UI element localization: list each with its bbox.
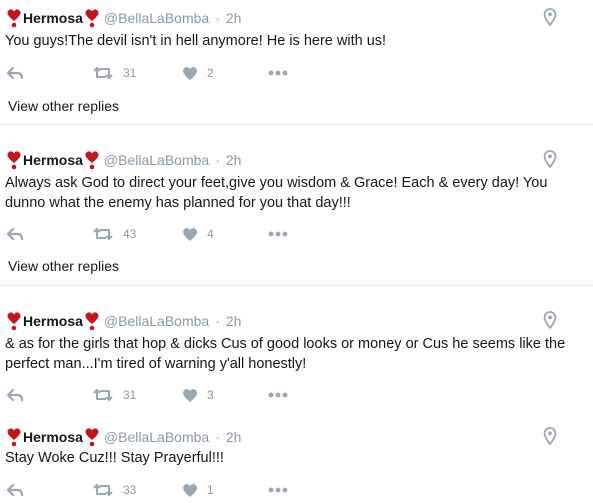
timestamp[interactable]: 2h: [226, 10, 242, 26]
location-pin-icon[interactable]: [543, 311, 557, 330]
retweet-count: 31: [123, 66, 137, 80]
red-heart-exclamation-icon: [84, 311, 100, 331]
retweet-count: 43: [123, 227, 137, 241]
author-handle[interactable]: @BellaLaBomba: [104, 429, 209, 445]
tweet-text: & as for the girls that hop & dicks Cus …: [5, 336, 566, 372]
location-pin-icon[interactable]: [543, 427, 557, 446]
like-button[interactable]: 2: [182, 63, 214, 83]
separator-dot: ·: [215, 313, 220, 329]
retweet-icon: [92, 66, 114, 80]
tweet-text: Stay Woke Cuz!!! Stay Prayerful!!!: [5, 450, 224, 466]
tweet-actions: 33 1: [0, 480, 593, 500]
thread-divider: [0, 124, 593, 125]
timestamp[interactable]: 2h: [226, 313, 242, 329]
tweet-actions: 43 4: [0, 224, 593, 244]
reply-icon: [6, 483, 24, 497]
author-handle[interactable]: @BellaLaBomba: [104, 152, 209, 168]
red-heart-exclamation-icon: [84, 427, 100, 447]
more-dots-icon: [268, 70, 288, 76]
author-handle[interactable]: @BellaLaBomba: [104, 313, 209, 329]
like-heart-icon: [182, 66, 198, 81]
retweet-button[interactable]: 31: [92, 63, 136, 83]
tweet-header: Hermosa @BellaLaBomba · 2h: [6, 150, 241, 170]
red-heart-exclamation-icon: [84, 8, 100, 28]
reply-icon: [6, 388, 24, 402]
view-other-replies-link[interactable]: View other replies: [8, 98, 119, 114]
more-button[interactable]: [268, 63, 288, 83]
like-button[interactable]: 1: [182, 480, 214, 500]
more-button[interactable]: [268, 480, 288, 500]
more-dots-icon: [268, 487, 288, 493]
location-pin-icon[interactable]: [543, 8, 557, 27]
retweet-button[interactable]: 43: [92, 224, 136, 244]
reply-button[interactable]: [6, 385, 24, 405]
tweet-header: Hermosa @BellaLaBomba · 2h: [6, 311, 241, 331]
author-name[interactable]: Hermosa: [23, 429, 83, 445]
more-dots-icon: [268, 392, 288, 398]
author-name[interactable]: Hermosa: [23, 10, 83, 26]
reply-icon: [6, 227, 24, 241]
like-count: 1: [207, 483, 214, 497]
more-button[interactable]: [268, 224, 288, 244]
like-button[interactable]: 4: [182, 224, 214, 244]
retweet-button[interactable]: 31: [92, 385, 136, 405]
timestamp[interactable]: 2h: [226, 429, 242, 445]
view-other-replies-link[interactable]: View other replies: [8, 258, 119, 274]
reply-button[interactable]: [6, 480, 24, 500]
like-heart-icon: [182, 388, 198, 403]
retweet-icon: [92, 227, 114, 241]
reply-icon: [6, 66, 24, 80]
tweet-header: Hermosa @BellaLaBomba · 2h: [6, 427, 241, 447]
retweet-button[interactable]: 33: [92, 480, 136, 500]
red-heart-exclamation-icon: [84, 150, 100, 170]
thread-divider: [0, 285, 593, 286]
more-button[interactable]: [268, 385, 288, 405]
red-heart-exclamation-icon: [6, 150, 22, 170]
tweet-header: Hermosa @BellaLaBomba · 2h: [6, 8, 241, 28]
tweet-actions: 31 2: [0, 63, 593, 83]
more-dots-icon: [268, 231, 288, 237]
reply-button[interactable]: [6, 63, 24, 83]
like-count: 3: [207, 388, 214, 402]
retweet-icon: [92, 388, 114, 402]
location-pin-icon[interactable]: [543, 150, 557, 169]
separator-dot: ·: [215, 152, 220, 168]
like-button[interactable]: 3: [182, 385, 214, 405]
tweet-actions: 31 3: [0, 385, 593, 405]
like-count: 2: [207, 66, 214, 80]
retweet-icon: [92, 483, 114, 497]
like-count: 4: [207, 227, 214, 241]
author-name[interactable]: Hermosa: [23, 152, 83, 168]
red-heart-exclamation-icon: [6, 311, 22, 331]
red-heart-exclamation-icon: [6, 8, 22, 28]
like-heart-icon: [182, 483, 198, 498]
reply-button[interactable]: [6, 224, 24, 244]
retweet-count: 33: [123, 483, 137, 497]
separator-dot: ·: [215, 10, 220, 26]
tweet-text: Always ask God to direct your feet,give …: [5, 175, 548, 211]
author-name[interactable]: Hermosa: [23, 313, 83, 329]
retweet-count: 31: [123, 388, 137, 402]
author-handle[interactable]: @BellaLaBomba: [104, 10, 209, 26]
timestamp[interactable]: 2h: [226, 152, 242, 168]
tweet-text: You guys!The devil isn't in hell anymore…: [5, 33, 387, 49]
like-heart-icon: [182, 227, 198, 242]
red-heart-exclamation-icon: [6, 427, 22, 447]
separator-dot: ·: [215, 429, 220, 445]
